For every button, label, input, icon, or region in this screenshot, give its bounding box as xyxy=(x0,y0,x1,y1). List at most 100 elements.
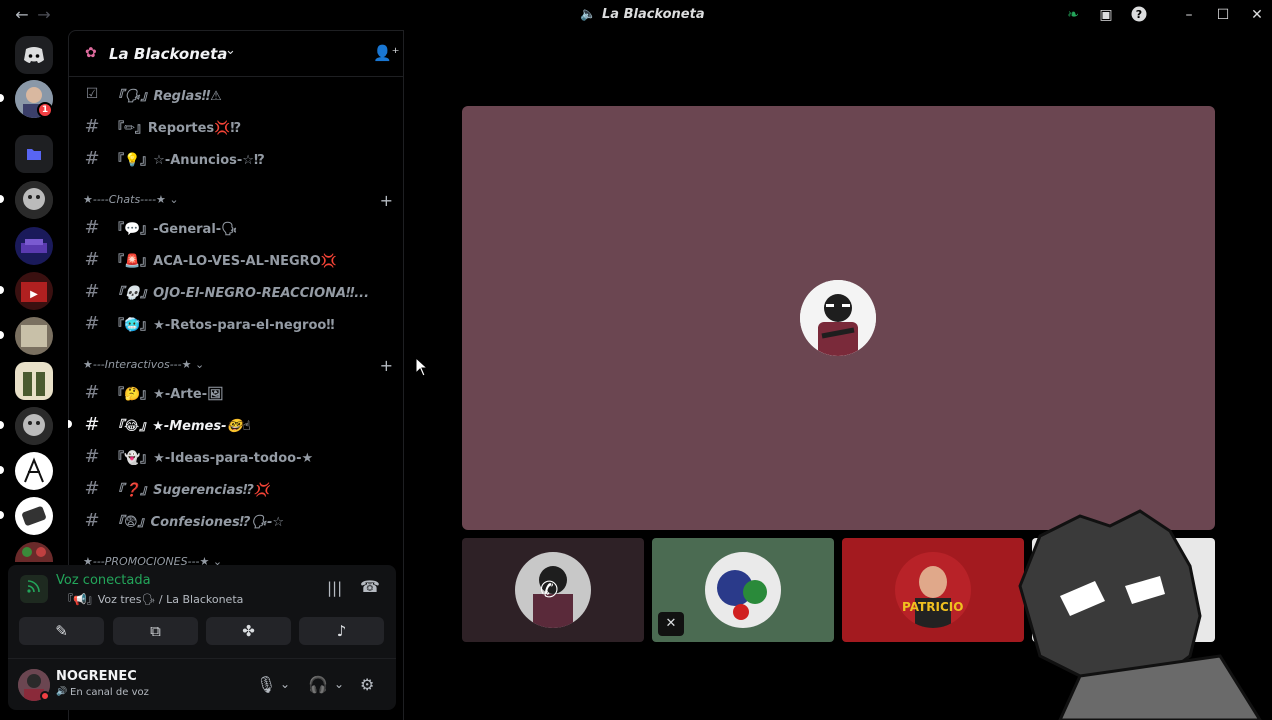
invite-people-icon[interactable]: 👤⁺ xyxy=(373,44,400,62)
back-arrow-icon[interactable]: ← xyxy=(12,5,32,25)
headphones-icon[interactable]: 🎧 xyxy=(308,675,328,694)
home-button[interactable] xyxy=(15,36,53,74)
voice-panel: Voz conectada 『📢』Voz tres🗣 / La Blackone… xyxy=(8,565,396,658)
unread-pill xyxy=(0,94,4,102)
inbox-icon[interactable]: ▣ xyxy=(1097,6,1115,24)
signal-icon[interactable] xyxy=(20,575,48,603)
help-icon[interactable]: ? xyxy=(1130,6,1148,24)
participant-tile[interactable]: ✕ xyxy=(652,538,834,642)
channel-label: 『🗣』Reglas‼⚠ xyxy=(111,88,222,104)
server-icon-8[interactable] xyxy=(15,497,53,535)
hash-icon: # xyxy=(84,312,100,334)
channel-item[interactable]: ☑ 『🗣』Reglas‼⚠ xyxy=(79,80,395,108)
status-dot xyxy=(40,691,50,701)
forward-arrow-icon[interactable]: → xyxy=(34,5,54,25)
category-label: ★---Interactivos---★ ⌄ xyxy=(83,358,205,371)
server-pill xyxy=(0,466,4,474)
participant-tile[interactable]: PATRICIO xyxy=(842,538,1024,642)
svg-text:▶: ▶ xyxy=(30,289,38,300)
svg-text:?: ? xyxy=(1136,8,1142,21)
channel-label: 『🚨』ACA-LO-VES-AL-NEGRO💢 xyxy=(111,253,337,269)
chevron-down-icon[interactable]: ⌄ xyxy=(225,43,236,58)
add-channel-icon[interactable]: + xyxy=(380,356,393,375)
soundboard-button[interactable]: ♪ xyxy=(299,617,384,645)
screen-share-button[interactable]: ⧉ xyxy=(113,617,198,645)
maximize-icon[interactable]: ☐ xyxy=(1214,6,1232,24)
channel-item[interactable]: # 『💡』☆-Anuncios-☆⁉ xyxy=(79,144,395,172)
noise-suppression-icon[interactable]: ||| xyxy=(327,579,342,597)
channel-item[interactable]: # 『👻』★-Ideas-para-todoo-★ xyxy=(79,442,395,470)
title-bar: ← → 🔈 La Blackoneta ❧ ▣ ? – ☐ ✕ xyxy=(0,0,1272,30)
channel-label: 『✏』Reportes💢⁉ xyxy=(111,120,242,136)
server-icon-5[interactable] xyxy=(15,362,53,400)
guild-boost-icon: ✿ xyxy=(85,45,97,61)
camera-off-icon: ✎ xyxy=(55,622,68,640)
participant-avatar xyxy=(895,552,971,628)
channel-label: 『🥶』★-Retos-para-el-negroo‼ xyxy=(111,317,335,333)
channel-item[interactable]: # 『💀』OJO-El-NEGRO-REACCIONA‼... xyxy=(79,277,395,305)
server-pill xyxy=(0,195,4,203)
channel-item[interactable]: # 『🥶』★-Retos-para-el-negroo‼ xyxy=(79,309,395,337)
channel-item[interactable]: # 『😂』★-Memes-🤓☝ xyxy=(79,410,395,438)
username[interactable]: NOGRENEC xyxy=(56,669,137,684)
folder-icon[interactable] xyxy=(15,135,53,173)
server-icon-6[interactable] xyxy=(15,407,53,445)
minimize-icon[interactable]: – xyxy=(1180,6,1198,24)
server-icon-1[interactable] xyxy=(15,181,53,219)
category-header[interactable]: ★---PROMOCIONES---★ ⌄ xyxy=(83,555,393,565)
disconnect-icon[interactable]: ☎ xyxy=(360,577,380,596)
channel-item[interactable]: # 『🤔』★-Arte-🖼 xyxy=(79,378,395,406)
server-icon-2[interactable] xyxy=(15,227,53,265)
chevron-down-icon[interactable]: ⌄ xyxy=(280,677,290,691)
channel-label: 『😨』Confesiones⁉🗣-☆ xyxy=(111,514,285,530)
window-title: La Blackoneta xyxy=(602,7,705,22)
voice-status[interactable]: Voz conectada xyxy=(56,573,151,588)
leaf-icon[interactable]: ❧ xyxy=(1064,6,1082,24)
hash-icon: # xyxy=(84,280,100,302)
hash-icon: # xyxy=(84,115,100,137)
server-icon-4[interactable] xyxy=(15,317,53,355)
channel-item[interactable]: # 『✏』Reportes💢⁉ xyxy=(79,112,395,140)
server-icon-7[interactable] xyxy=(15,452,53,490)
focused-participant-tile[interactable] xyxy=(462,106,1215,530)
server-pill xyxy=(0,511,4,519)
server-icon-9[interactable] xyxy=(15,542,53,562)
hash-icon: # xyxy=(84,216,100,238)
gear-icon[interactable]: ⚙ xyxy=(360,675,374,694)
channel-label: 『💡』☆-Anuncios-☆⁉ xyxy=(111,152,265,168)
channel-label: 『👻』★-Ideas-para-todoo-★ xyxy=(111,450,314,466)
voice-channel-name[interactable]: 『📢』Voz tres🗣 / La Blackoneta xyxy=(62,591,243,607)
category-header[interactable]: ★----Chats----★ ⌄ + xyxy=(83,191,393,211)
hash-icon: # xyxy=(84,445,100,467)
chevron-down-icon[interactable]: ⌄ xyxy=(334,677,344,691)
close-icon[interactable]: ✕ xyxy=(1248,6,1266,24)
server-pill xyxy=(0,421,4,429)
hash-icon: # xyxy=(84,248,100,270)
channel-item[interactable]: # 『😨』Confesiones⁉🗣-☆ xyxy=(79,506,395,534)
channel-label: 『💬』-General-🗣 xyxy=(111,221,238,237)
add-channel-icon[interactable]: + xyxy=(380,191,393,210)
muted-mic-icon: ✕ xyxy=(658,612,684,636)
mouse-cursor-icon xyxy=(415,357,429,377)
participant-avatar xyxy=(800,280,876,356)
hash-icon: # xyxy=(84,477,100,499)
category-header[interactable]: ★---Interactivos---★ ⌄ + xyxy=(83,356,393,376)
server-pill xyxy=(0,331,4,339)
streamer-overlay-character xyxy=(1018,509,1262,720)
participant-avatar xyxy=(705,552,781,628)
guild-header[interactable]: ✿ La Blackoneta ⌄ 👤⁺ xyxy=(69,31,403,77)
channel-item[interactable]: # 『❓』Sugerencias⁉💢 xyxy=(79,474,395,502)
activities-icon: ✤ xyxy=(242,622,255,640)
channel-item[interactable]: # 『💬』-General-🗣 xyxy=(79,213,395,241)
activities-button[interactable]: ✤ xyxy=(206,617,291,645)
participant-tile[interactable]: ✆ xyxy=(462,538,644,642)
server-icon-3[interactable]: ▶ xyxy=(15,272,53,310)
channel-item[interactable]: # 『🚨』ACA-LO-VES-AL-NEGRO💢 xyxy=(79,245,395,273)
camera-off-button[interactable]: ✎ xyxy=(19,617,104,645)
voice-small-icon: 🔊 xyxy=(56,687,68,697)
discord-logo-icon xyxy=(24,47,44,63)
server-pill xyxy=(0,286,4,294)
microphone-icon[interactable]: 🎙 xyxy=(256,675,276,694)
tile-label: PATRICIO xyxy=(902,600,964,614)
voice-speaker-icon: 🔈 xyxy=(580,7,597,22)
